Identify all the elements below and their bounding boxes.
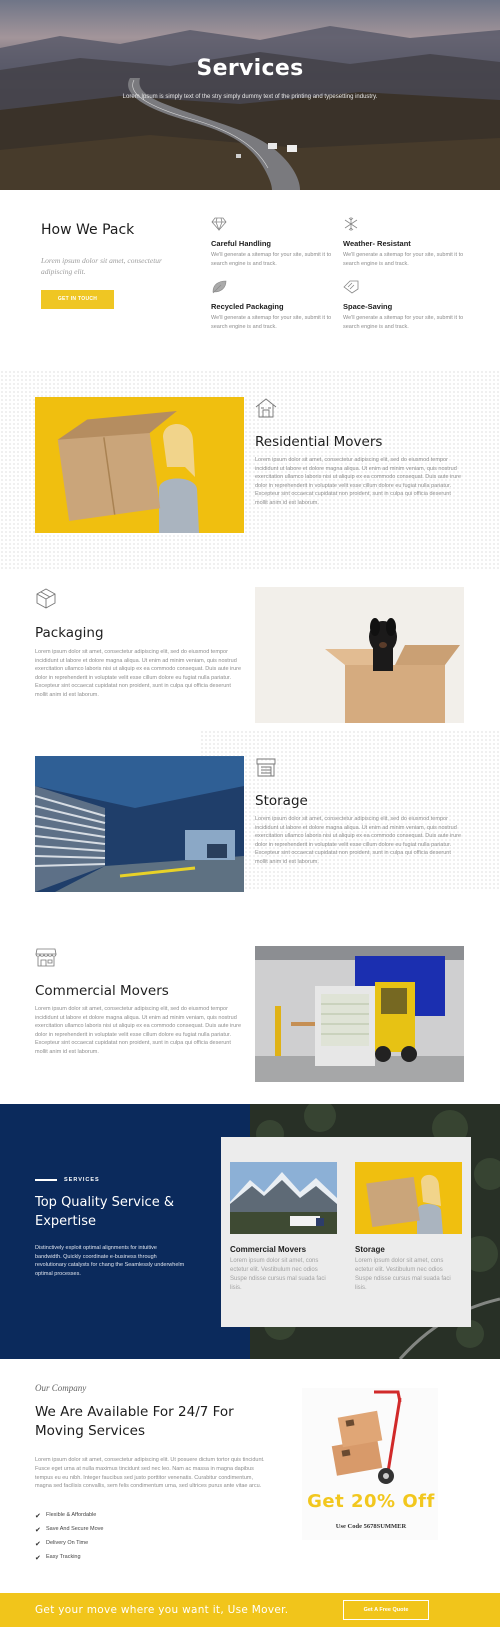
company-text: Lorem ipsum dolor sit amet, consectetur … (35, 1457, 265, 1490)
check-icon: ✔ (35, 1513, 41, 1520)
service-text: Lorem ipsum dolor sit amet, consectetur … (255, 457, 462, 506)
hero-subtitle: Lorem Ipsum is simply text of the stry s… (122, 94, 378, 100)
section-eyebrow-line (35, 1179, 57, 1181)
company-heading: We Are Available For 24/7 For Moving Ser… (35, 1404, 234, 1439)
service-text: Lorem ipsum dolor sit amet, consectetur … (255, 816, 462, 865)
storage-image (35, 756, 244, 892)
house-icon (255, 398, 277, 418)
how-we-pack-heading: How We Pack (41, 222, 135, 238)
promo-card (302, 1388, 438, 1540)
box-icon (36, 588, 56, 609)
get-free-quote-button[interactable]: Get A Free Quote (343, 1600, 429, 1620)
quality-text: Distinctively exploit optimal alignments… (35, 1245, 185, 1277)
feature-title: Recycled Packaging (211, 302, 284, 311)
service-title-residential-movers: Residential Movers (255, 434, 383, 450)
check-icon: ✔ (35, 1555, 41, 1562)
store-icon (35, 948, 57, 967)
card-text: Lorem ipsum dolor sit amet, cons ectetur… (230, 1258, 326, 1291)
service-text: Lorem ipsum dolor sit amet, consectetur … (35, 649, 242, 698)
packaging-image (255, 587, 464, 723)
feature-title: Weather- Resistant (343, 239, 411, 248)
feature-title: Careful Handling (211, 239, 272, 248)
hand-truck-image (331, 1390, 402, 1484)
check-icon: ✔ (35, 1527, 41, 1534)
feature-text: We'll generate a sitemap for your site, … (343, 315, 464, 330)
service-title-storage: Storage (255, 793, 308, 809)
service-title-commercial-movers: Commercial Movers (35, 983, 169, 999)
feature-text: We'll generate a sitemap for your site, … (211, 315, 332, 330)
service-text: Lorem ipsum dolor sit amet, consectetur … (35, 1006, 242, 1055)
promo-code: Use Code 5678SUMMER (335, 1523, 407, 1530)
discount-headline: Get 20% Off (307, 1491, 435, 1512)
check-icon: ✔ (35, 1541, 41, 1548)
service-title-packaging: Packaging (35, 625, 104, 641)
how-we-pack-quote: Lorem ipsum dolor sit amet, consectetur … (41, 256, 162, 276)
services-promo-panel (0, 1104, 250, 1359)
list-item: ✔ Easy Tracking (35, 1554, 81, 1562)
get-in-touch-button[interactable]: GET IN TOUCH (41, 290, 114, 309)
feature-text: We'll generate a sitemap for your site, … (211, 252, 332, 267)
storage-card-image (355, 1162, 462, 1234)
tag-icon (343, 280, 359, 294)
company-eyebrow: Our Company (35, 1383, 87, 1393)
quality-heading: Top Quality Service & Expertise (35, 1195, 174, 1229)
feature-title: Space-Saving (343, 302, 393, 311)
cta-text: Get your move where you want it, Use Mov… (35, 1604, 289, 1616)
warehouse-icon (256, 758, 276, 777)
diamond-icon (211, 217, 227, 231)
residential-movers-image (35, 397, 244, 533)
card-title: Storage (355, 1245, 385, 1254)
commercial-movers-card-image (230, 1162, 337, 1234)
list-item: ✔ Save And Secure Move (35, 1526, 104, 1534)
leaf-icon (212, 280, 227, 294)
commercial-movers-image (255, 946, 464, 1082)
feature-text: We'll generate a sitemap for your site, … (343, 252, 464, 267)
snowflake-icon (344, 217, 358, 231)
list-item: ✔ Delivery On Time (35, 1540, 89, 1548)
card-title: Commercial Movers (230, 1245, 307, 1254)
section-eyebrow: SERVICES (64, 1177, 100, 1183)
hero-section: Services Lorem Ipsum is simply text of t… (0, 0, 500, 190)
card-text: Lorem ipsum dolor sit amet, cons ectetur… (355, 1258, 451, 1291)
page-title: Services (196, 56, 304, 81)
list-item: ✔ Flexible & Affordable (35, 1512, 97, 1520)
